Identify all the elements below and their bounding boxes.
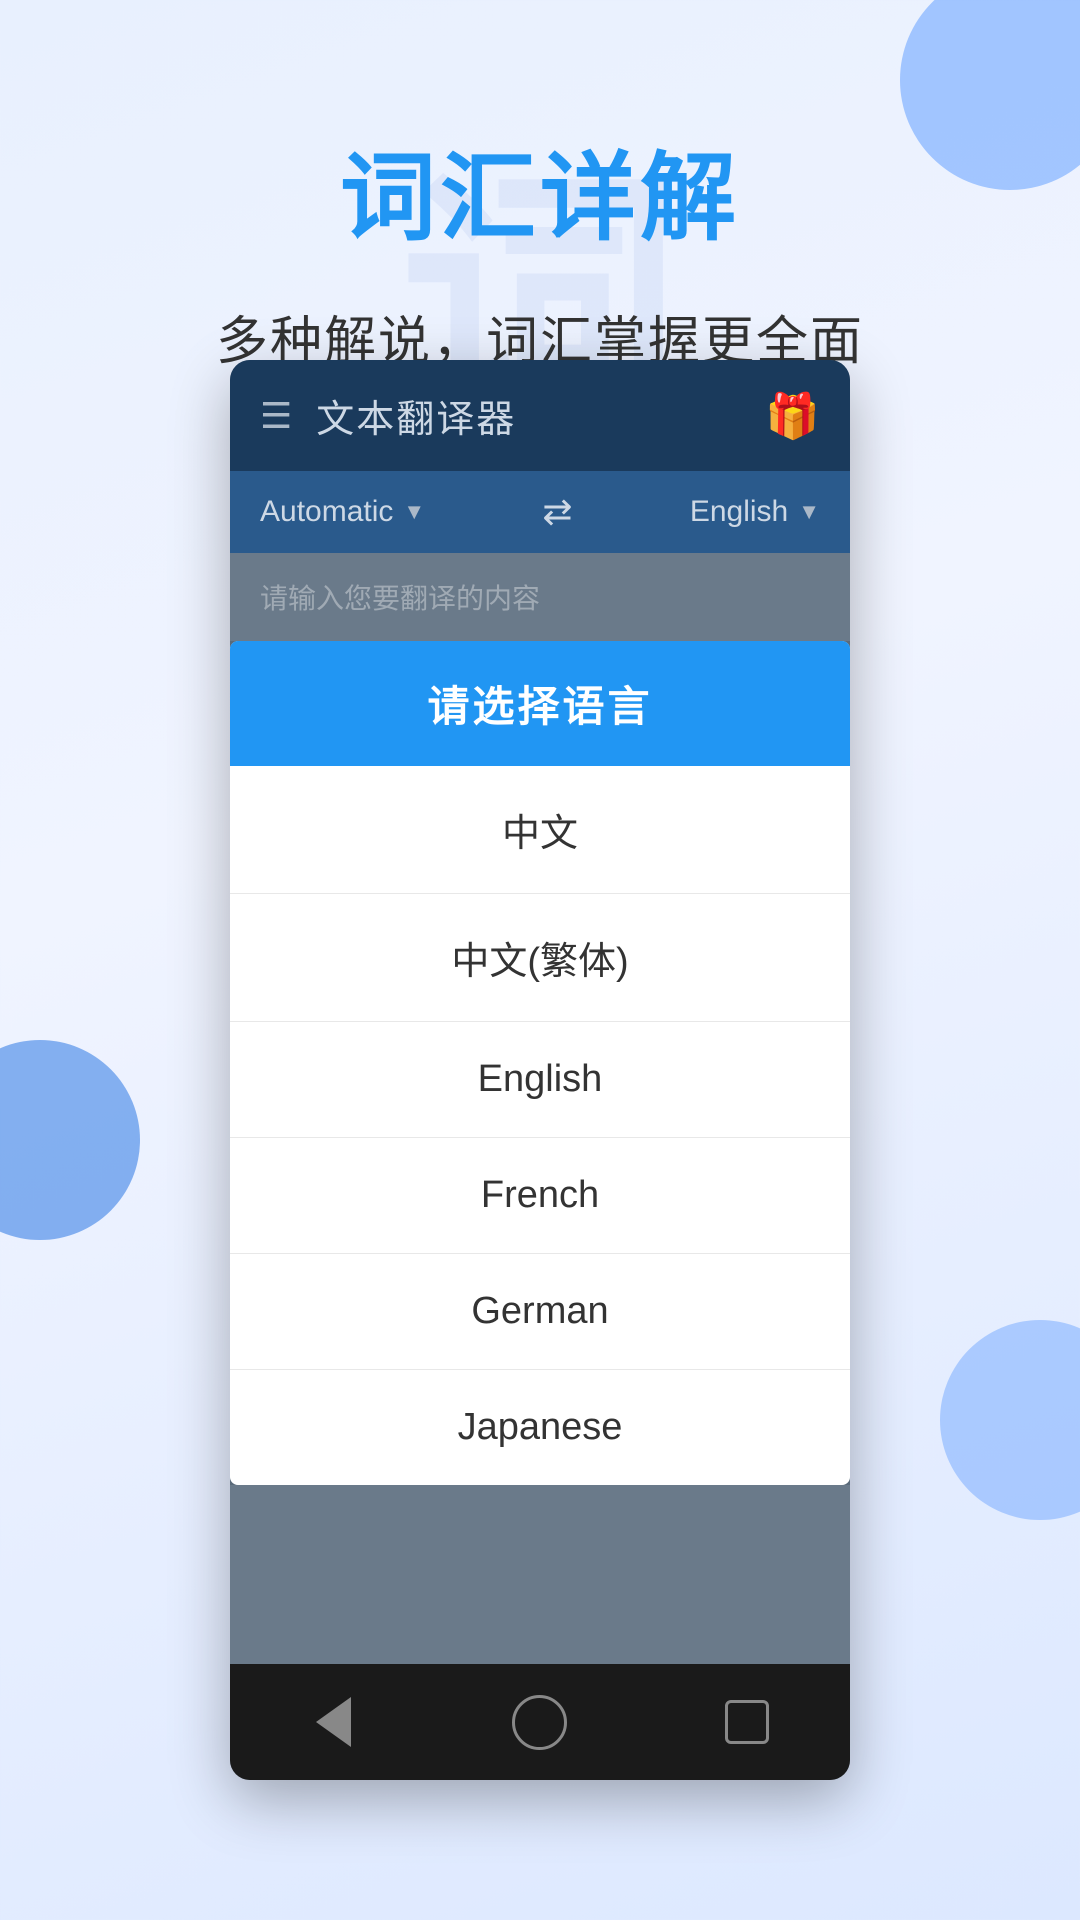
phone-container: ☰ 文本翻译器 🎁 Automatic ▼ ⇄ English ▼ 请输入您要翻…: [230, 360, 850, 1780]
target-lang-label: English: [690, 495, 788, 529]
app-window: ☰ 文本翻译器 🎁 Automatic ▼ ⇄ English ▼ 请输入您要翻…: [230, 360, 850, 1780]
home-button[interactable]: [500, 1692, 580, 1752]
dialog-item-2[interactable]: English: [230, 1022, 850, 1138]
dialog-header-text: 请选择语言: [250, 673, 830, 734]
dialog-item-3[interactable]: French: [230, 1138, 850, 1254]
input-placeholder: 请输入您要翻译的内容: [260, 577, 820, 617]
back-icon: [316, 1697, 351, 1747]
dialog-item-1[interactable]: 中文(繁体): [230, 894, 850, 1022]
gray-area: [230, 1485, 850, 1664]
dialog-item-5[interactable]: Japanese: [230, 1370, 850, 1485]
translator-content: 请输入您要翻译的内容: [230, 553, 850, 641]
dialog-header: 请选择语言: [230, 641, 850, 766]
dialog-items-container: 中文中文(繁体)EnglishFrenchGermanJapanese: [230, 766, 850, 1485]
gift-icon[interactable]: 🎁: [765, 390, 820, 442]
source-lang-label: Automatic: [260, 495, 393, 529]
dialog-overlay: 请选择语言 中文中文(繁体)EnglishFrenchGermanJapanes…: [230, 641, 850, 1664]
bg-circle-bottom-left: [0, 1040, 140, 1240]
target-lang-arrow: ▼: [798, 499, 820, 525]
hero-title: 词汇详解: [0, 120, 1080, 259]
home-icon: [512, 1695, 567, 1750]
target-lang-selector[interactable]: English ▼: [690, 495, 820, 529]
hamburger-icon[interactable]: ☰: [260, 395, 292, 437]
source-lang-selector[interactable]: Automatic ▼: [260, 495, 425, 529]
dialog-box: 请选择语言 中文中文(繁体)EnglishFrenchGermanJapanes…: [230, 641, 850, 1485]
source-lang-arrow: ▼: [403, 499, 425, 525]
recents-button[interactable]: [707, 1692, 787, 1752]
back-button[interactable]: [293, 1692, 373, 1752]
dialog-item-4[interactable]: German: [230, 1254, 850, 1370]
recents-icon: [725, 1700, 769, 1744]
lang-bar: Automatic ▼ ⇄ English ▼: [230, 471, 850, 553]
dialog-item-0[interactable]: 中文: [230, 766, 850, 894]
swap-icon[interactable]: ⇄: [542, 491, 572, 533]
nav-bar: ☰ 文本翻译器 🎁: [230, 360, 850, 471]
hero-section: 词汇详解 多种解说，词汇掌握更全面: [0, 0, 1080, 374]
app-title: 文本翻译器: [316, 388, 516, 443]
nav-left: ☰ 文本翻译器: [260, 388, 516, 443]
bottom-nav: [230, 1664, 850, 1780]
bg-circle-bottom-right: [940, 1320, 1080, 1520]
